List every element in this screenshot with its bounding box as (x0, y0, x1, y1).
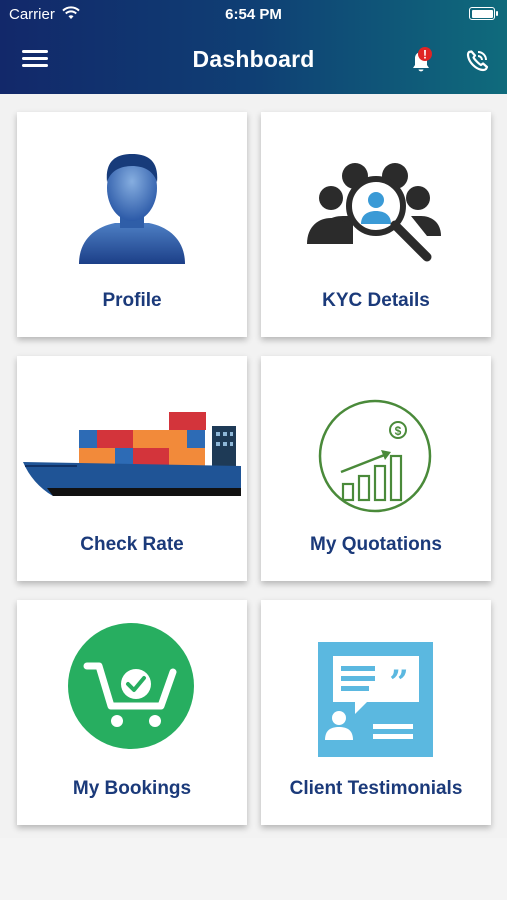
speech-quote-icon: ” (261, 600, 491, 770)
tile-client-testimonials-label: Client Testimonials (289, 778, 463, 799)
tile-profile[interactable]: Profile (17, 112, 247, 337)
tile-my-bookings[interactable]: My Bookings (17, 600, 247, 825)
cart-check-icon (17, 600, 247, 770)
tile-my-quotations[interactable]: $ My Quotations (261, 356, 491, 581)
svg-text:$: $ (395, 424, 402, 438)
people-magnifier-icon (261, 112, 491, 282)
bell-alert-icon: ! (413, 47, 432, 72)
notifications-button[interactable]: ! (405, 44, 437, 76)
call-button[interactable] (462, 46, 492, 76)
clock: 6:54 PM (225, 6, 282, 23)
tile-my-bookings-label: My Bookings (72, 778, 192, 799)
tile-check-rate-label: Check Rate (80, 534, 184, 555)
tile-client-testimonials[interactable]: ” Client Testimonials (261, 600, 491, 825)
tile-check-rate[interactable]: Check Rate (17, 356, 247, 581)
battery-icon (469, 7, 498, 20)
notification-badge: ! (423, 48, 427, 62)
status-bar: Carrier 6:54 PM (0, 4, 507, 24)
tile-kyc-details-label: KYC Details (322, 290, 430, 311)
bottom-area (0, 838, 507, 900)
growth-chart-dollar-icon: $ (261, 356, 491, 526)
user-silhouette-icon (17, 112, 247, 282)
app-header: Carrier 6:54 PM Dashboard ! (0, 0, 507, 94)
tile-my-quotations-label: My Quotations (310, 534, 442, 555)
phone-call-icon (466, 50, 489, 72)
svg-text:”: ” (389, 663, 409, 703)
tile-profile-label: Profile (102, 290, 162, 311)
container-ship-icon (17, 356, 247, 526)
tile-kyc-details[interactable]: KYC Details (261, 112, 491, 337)
